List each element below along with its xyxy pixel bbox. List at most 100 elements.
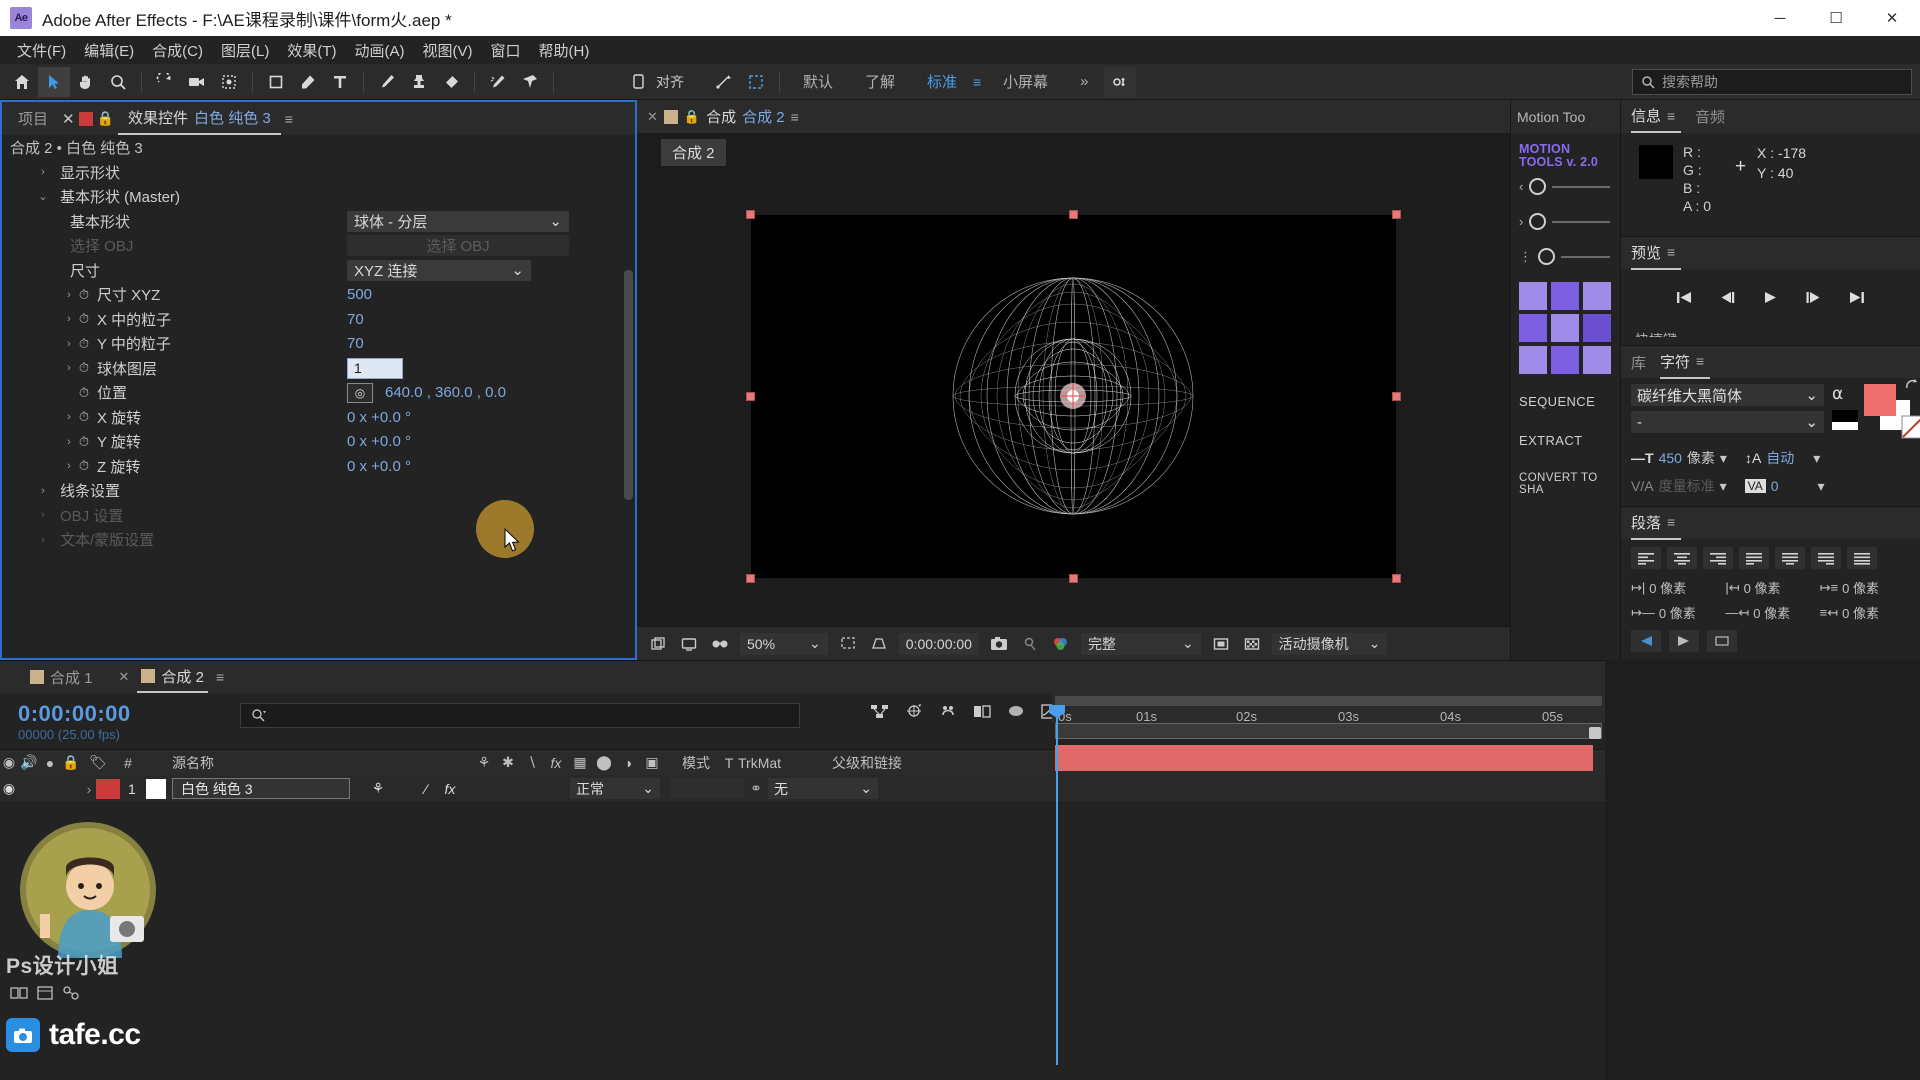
preset-cell[interactable] (1583, 282, 1611, 310)
close-button[interactable]: ✕ (1864, 0, 1920, 36)
disclosure-arrow-icon[interactable]: › (62, 289, 76, 301)
stopwatch-icon[interactable]: ⏱ (76, 287, 92, 303)
minimize-button[interactable]: ─ (1752, 0, 1808, 36)
align-right-button[interactable] (1703, 547, 1733, 569)
timeline-tab-comp1[interactable]: 合成 1 (26, 661, 97, 693)
z-rotation-value[interactable]: 0 x +0.0 ° (347, 458, 411, 475)
black-swatch[interactable] (1832, 410, 1858, 422)
selection-handle-tl[interactable] (746, 209, 755, 219)
preset-cell[interactable] (1519, 282, 1547, 310)
prop-row-basic-shape[interactable]: 基本形状 球体 - 分层 ⌄ (2, 209, 635, 234)
prop-row-particles-x[interactable]: › ⏱ X 中的粒子 70 (2, 307, 635, 332)
clone-stamp-tool-icon[interactable] (403, 67, 435, 97)
layer-source-name[interactable]: 白色 纯色 3 (172, 778, 350, 799)
font-size-value[interactable]: 450 (1659, 450, 1682, 466)
black-white-swatch[interactable] (1832, 410, 1858, 430)
prop-row-basic-shape-master[interactable]: ⌄ 基本形状 (Master) (2, 185, 635, 210)
tab-character[interactable]: 字符 ≡ (1660, 346, 1711, 379)
show-snapshot-icon[interactable] (1019, 633, 1041, 655)
size-dropdown[interactable]: XYZ 连接 ⌄ (347, 259, 531, 281)
space-after-field[interactable]: —↤ 0 像素 (1725, 603, 1815, 622)
zoom-level-dropdown[interactable]: 50% ⌄ (740, 632, 828, 655)
tracking-control[interactable]: VA 0 ▾ (1744, 476, 1825, 496)
disclosure-arrow-icon[interactable]: › (36, 534, 50, 546)
layer-effects-toggle[interactable]: ∕ (414, 781, 438, 797)
work-area-end-marker[interactable] (1589, 727, 1601, 739)
composition-mini-flowchart-icon[interactable] (870, 703, 890, 725)
sphere-layer-input[interactable]: 1 (347, 357, 403, 379)
composition-stage[interactable] (637, 166, 1510, 626)
panel-menu-icon[interactable]: ≡ (285, 111, 299, 127)
layer-trkmat-field[interactable] (670, 778, 744, 799)
close-tab-icon[interactable]: ✕ (647, 109, 658, 125)
prop-row-y-rotation[interactable]: › ⏱ Y 旋转 0 x +0.0 ° (2, 430, 635, 455)
motion-tools-extract-button[interactable]: EXTRACT (1511, 421, 1620, 460)
tracking-value[interactable]: 0 (1771, 478, 1779, 494)
snapping-label[interactable]: 对齐 (652, 72, 688, 92)
region-of-interest-icon[interactable] (868, 633, 890, 655)
quality-dropdown[interactable]: 完整 ⌄ (1080, 632, 1201, 655)
menu-help[interactable]: 帮助(H) (530, 38, 599, 63)
menu-animation[interactable]: 动画(A) (345, 38, 413, 63)
first-frame-button[interactable] (1675, 290, 1694, 309)
toggle-mask-icon[interactable] (1210, 633, 1232, 655)
kerning-value[interactable]: 度量标准 (1659, 476, 1715, 496)
selection-handle-br[interactable] (1392, 573, 1401, 583)
prev-frame-button[interactable] (1718, 290, 1737, 309)
eraser-tool-icon[interactable] (435, 67, 467, 97)
toggle-switches-modes-icon[interactable] (10, 985, 28, 1006)
viewer-timecode[interactable]: 0:00:00:00 (898, 632, 979, 655)
3d-glasses-icon[interactable] (709, 633, 731, 655)
disclosure-arrow-icon[interactable]: › (62, 460, 76, 472)
knob-icon[interactable] (1529, 213, 1547, 230)
home-icon[interactable] (6, 67, 38, 97)
hand-tool-icon[interactable] (70, 67, 102, 97)
menu-layer[interactable]: 图层(L) (212, 38, 278, 63)
layer-parent-icon[interactable]: ⚘ (366, 780, 390, 797)
view-camera-dropdown[interactable]: 活动摄像机 ⌄ (1271, 632, 1388, 655)
layer-mode-dropdown[interactable]: 正常 ⌄ (570, 778, 660, 799)
stopwatch-icon[interactable]: ⏱ (76, 336, 92, 352)
snap-bounds-icon[interactable] (740, 67, 772, 97)
slider-track[interactable] (1552, 220, 1610, 223)
play-button[interactable] (1761, 290, 1780, 309)
menu-window[interactable]: 窗口 (481, 38, 529, 63)
effect-controls-scrollbar[interactable] (624, 270, 633, 500)
chevron-down-icon[interactable]: ▾ (1720, 450, 1727, 467)
tab-preview[interactable]: 预览 ≡ (1631, 237, 1682, 270)
prop-row-size-xyz[interactable]: › ⏱ 尺寸 XYZ 500 (2, 283, 635, 308)
slider-track[interactable] (1561, 255, 1610, 258)
selection-handle-bl[interactable] (746, 573, 755, 583)
x-rotation-value[interactable]: 0 x +0.0 ° (347, 409, 411, 426)
chevron-right-icon[interactable]: › (1519, 214, 1523, 229)
rotation-tool-icon[interactable] (149, 67, 181, 97)
stopwatch-icon[interactable]: ⏱ (76, 409, 92, 425)
selection-handle-bc[interactable] (1069, 573, 1078, 583)
preset-cell[interactable] (1583, 346, 1611, 374)
selection-tool-icon[interactable] (38, 66, 70, 97)
layer-duration-bar[interactable] (1055, 745, 1593, 771)
last-frame-button[interactable] (1847, 290, 1866, 309)
close-tab-icon[interactable]: ✕ (119, 669, 130, 685)
stopwatch-icon[interactable]: ⏱ (76, 385, 92, 401)
tab-audio[interactable]: 音频 (1695, 106, 1725, 127)
menu-file[interactable]: 文件(F) (8, 38, 75, 63)
selection-handle-tr[interactable] (1392, 209, 1401, 219)
position-picker-icon[interactable]: ◎ (347, 382, 373, 403)
cross-arrows-icon[interactable]: ⋮ (1519, 249, 1532, 265)
main-viewer-icon[interactable] (678, 633, 700, 655)
preset-cell[interactable] (1551, 314, 1579, 342)
text-direction-ltr-button[interactable] (1669, 630, 1699, 652)
panel-menu-icon[interactable]: ≡ (1667, 108, 1681, 124)
brush-tool-icon[interactable] (371, 67, 403, 97)
panel-menu-icon[interactable]: ≡ (791, 109, 805, 125)
disclosure-arrow-icon[interactable]: › (62, 411, 76, 423)
workspace-settings-icon[interactable] (1104, 66, 1137, 97)
resolution-icon[interactable] (837, 633, 859, 655)
enable-frame-blending-icon[interactable] (972, 703, 992, 725)
indent-right-field[interactable]: |↤ 0 像素 (1725, 578, 1815, 597)
lock-icon[interactable]: 🔒 (684, 109, 700, 125)
tab-effect-controls[interactable]: 效果控件 白色 纯色 3 (118, 102, 281, 135)
timeline-tab-comp2[interactable]: 合成 2 (137, 661, 208, 693)
particles-y-value[interactable]: 70 (347, 335, 364, 352)
